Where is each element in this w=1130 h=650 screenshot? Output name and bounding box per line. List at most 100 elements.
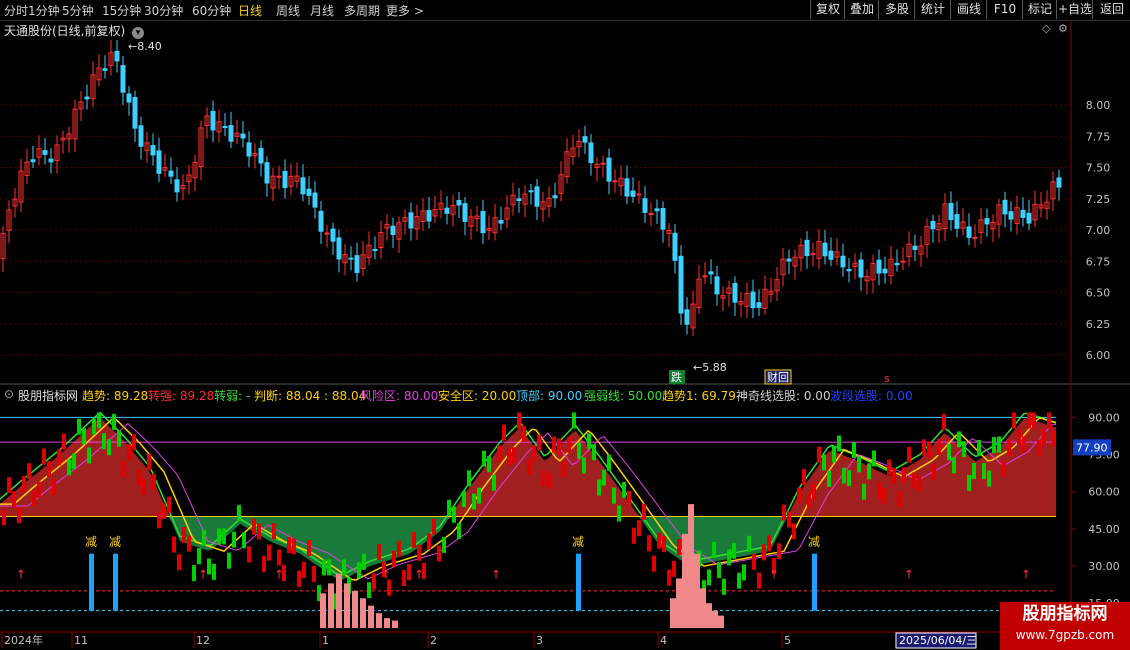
buy-arrow-icon: ↑ bbox=[274, 567, 284, 581]
candle-body bbox=[630, 190, 636, 197]
candle-body bbox=[30, 159, 36, 163]
indicator-bar bbox=[467, 470, 471, 487]
candle-body bbox=[390, 225, 396, 235]
indicator-bar bbox=[632, 527, 636, 544]
candle-body bbox=[654, 208, 660, 212]
histogram-bar bbox=[392, 620, 398, 628]
chart-canvas[interactable]: 8.00 7.75 7.50 7.25 7.00 6.75 6.50 6.25 6.00 ←8.4… bbox=[0, 0, 1130, 650]
candle-body bbox=[648, 212, 654, 215]
indicator-bar bbox=[247, 546, 251, 563]
date-tick: 11 bbox=[74, 634, 88, 647]
price-tick: 6.50 bbox=[1086, 287, 1111, 300]
buy-arrow-icon: ↑ bbox=[381, 567, 391, 581]
indicator-bar bbox=[807, 492, 811, 509]
current-value-tag: 77.90 bbox=[1076, 441, 1108, 454]
indicator-bar bbox=[472, 493, 476, 510]
price-tick: 6.00 bbox=[1086, 349, 1111, 362]
candle-body bbox=[210, 110, 216, 131]
candle-body bbox=[120, 65, 126, 93]
date-tick: 1 bbox=[322, 634, 329, 647]
histogram-bar bbox=[712, 610, 718, 628]
histogram-bar bbox=[384, 618, 390, 628]
candle-body bbox=[222, 126, 228, 129]
candle-body bbox=[114, 50, 120, 62]
candle-body bbox=[264, 162, 270, 184]
indicator-bar bbox=[142, 478, 146, 495]
candle-body bbox=[324, 232, 330, 235]
histogram-bar bbox=[352, 590, 358, 628]
indicator-bar bbox=[867, 463, 871, 480]
indicator-bar bbox=[852, 441, 856, 458]
indicator-bar bbox=[787, 511, 791, 528]
indicator-bar bbox=[957, 431, 961, 448]
indicator-bar bbox=[622, 481, 626, 498]
ind-tick: 60.00 bbox=[1088, 486, 1120, 499]
indicator-bar bbox=[752, 553, 756, 570]
indicator-bar bbox=[322, 559, 326, 576]
indicator-bar bbox=[932, 463, 936, 480]
indicator-bar bbox=[967, 474, 971, 491]
indicator-bar bbox=[567, 436, 571, 453]
price-tick: 7.25 bbox=[1086, 193, 1111, 206]
candle-body bbox=[1056, 177, 1062, 188]
indicator-bar bbox=[257, 523, 261, 540]
indicator-bar bbox=[727, 549, 731, 566]
indicator-bar bbox=[802, 469, 806, 486]
indicator-bar bbox=[82, 428, 86, 445]
candle-body bbox=[42, 150, 48, 155]
indicator-bar bbox=[417, 544, 421, 561]
indicator-bar bbox=[232, 531, 236, 548]
indicator-bar bbox=[1037, 439, 1041, 456]
indicator-bar bbox=[92, 418, 96, 435]
candle-body bbox=[84, 96, 90, 100]
price-tick: 6.25 bbox=[1086, 318, 1111, 331]
indicator-bar bbox=[707, 569, 711, 586]
indicator-bar bbox=[642, 503, 646, 520]
indicator-bar bbox=[87, 447, 91, 464]
watermark-url: www.7gpzb.com bbox=[1015, 628, 1115, 642]
indicator-bar bbox=[992, 437, 996, 454]
candle-body bbox=[600, 162, 606, 165]
indicator-bar bbox=[677, 539, 681, 556]
indicator-bar bbox=[1032, 412, 1036, 429]
indicator-bar bbox=[917, 475, 921, 492]
indicator-bar bbox=[447, 499, 451, 516]
indicator-bar bbox=[547, 472, 551, 489]
histogram-bar bbox=[670, 598, 676, 628]
date-tick: 4 bbox=[660, 634, 667, 647]
indicator-bar bbox=[607, 454, 611, 471]
indicator-bar bbox=[797, 487, 801, 504]
candle-body bbox=[516, 198, 522, 202]
candle-body bbox=[306, 188, 312, 196]
indicator-bar bbox=[287, 537, 291, 554]
candle-body bbox=[1008, 211, 1014, 220]
indicator-bar bbox=[57, 449, 61, 466]
indicator-bar bbox=[847, 470, 851, 487]
indicator-bar bbox=[762, 544, 766, 561]
indicator-bar bbox=[667, 569, 671, 586]
indicator-bar bbox=[712, 541, 716, 558]
indicator-bar bbox=[292, 538, 296, 555]
indicator-bar bbox=[222, 528, 226, 545]
indicator-bar bbox=[182, 527, 186, 544]
candle-body bbox=[1020, 209, 1026, 218]
indicator-bar bbox=[312, 566, 316, 583]
indicator-bar bbox=[857, 456, 861, 473]
indicator-bar bbox=[837, 435, 841, 452]
candle-body bbox=[372, 248, 378, 251]
indicator-bar bbox=[887, 459, 891, 476]
indicator-bar bbox=[507, 448, 511, 465]
candle-body bbox=[684, 309, 690, 325]
candle-body bbox=[858, 259, 864, 278]
indicator-bar bbox=[47, 461, 51, 478]
indicator-bar bbox=[12, 491, 16, 508]
indicator-bar bbox=[252, 518, 256, 535]
indicator-bar bbox=[297, 570, 301, 587]
indicator-bar bbox=[277, 549, 281, 566]
price-tick: 8.00 bbox=[1086, 99, 1111, 112]
indicator-bar bbox=[267, 544, 271, 561]
candle-body bbox=[246, 142, 252, 157]
candle-body bbox=[882, 268, 888, 274]
buy-arrow-icon: ↑ bbox=[1021, 567, 1031, 581]
indicator-bar bbox=[517, 412, 521, 429]
